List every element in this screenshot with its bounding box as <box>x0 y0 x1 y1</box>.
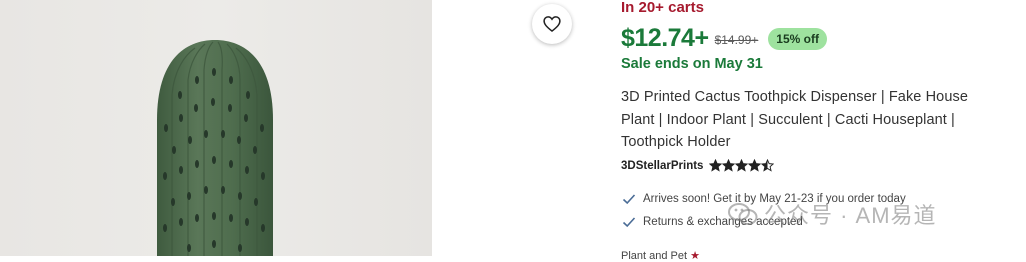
check-icon <box>622 194 636 205</box>
discount-badge: 15% off <box>768 27 827 50</box>
check-icon <box>622 217 636 228</box>
cactus-product-image <box>157 40 273 256</box>
sale-ends-label: Sale ends on May 31 <box>621 56 763 72</box>
star-full-icon <box>709 159 723 172</box>
star-full-icon <box>722 159 736 172</box>
rating-stars <box>709 159 775 172</box>
price-row: $12.74+ $14.99+ 15% off <box>621 24 827 53</box>
truncated-mark: ★ <box>690 250 700 262</box>
watermark-text: 公众号 · AM易道 <box>764 203 937 228</box>
watermark: 公众号 · AM易道 <box>728 198 937 230</box>
star-half-icon <box>761 159 775 172</box>
seller-row: 3DStellarPrints <box>621 159 775 172</box>
product-image-panel[interactable] <box>0 0 432 256</box>
favorite-button[interactable] <box>532 4 572 44</box>
star-full-icon <box>735 159 749 172</box>
heart-icon <box>543 16 561 33</box>
truncated-line-text: Plant and Pet <box>621 250 688 262</box>
listing-title: 3D Printed Cactus Toothpick Dispenser | … <box>621 89 968 150</box>
sale-price: $12.74+ <box>621 24 709 52</box>
in-carts-label: In 20+ carts <box>621 0 704 16</box>
star-full-icon <box>748 159 762 172</box>
original-price: $14.99+ <box>714 32 759 47</box>
seller-name-link[interactable]: 3DStellarPrints <box>621 160 703 172</box>
wechat-icon <box>728 203 758 225</box>
